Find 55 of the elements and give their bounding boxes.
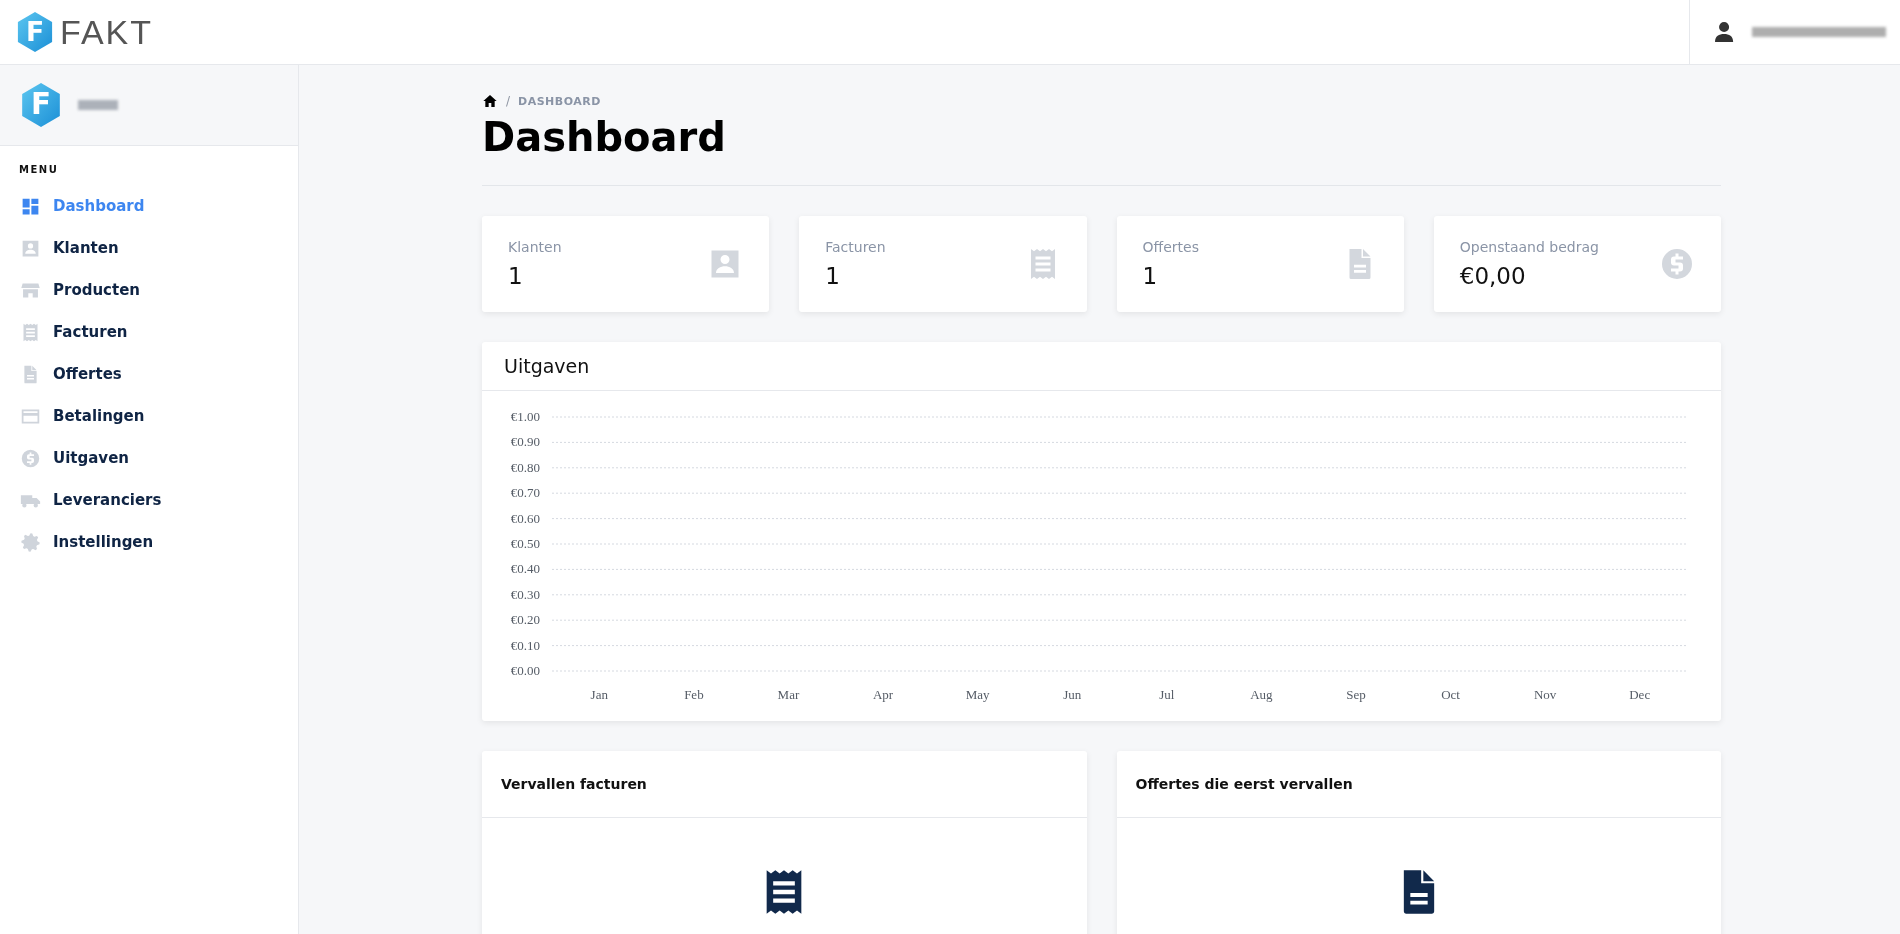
y-axis-label: €0.70 xyxy=(510,485,540,501)
x-axis-label: Nov xyxy=(1533,687,1557,702)
card-title: Offertes die eerst vervallen xyxy=(1135,776,1353,792)
y-axis-label: €0.30 xyxy=(510,586,540,602)
stat-label: Offertes xyxy=(1142,239,1199,255)
stat-value: 1 xyxy=(1142,263,1159,289)
card-title: Vervallen facturen xyxy=(501,776,647,792)
logo-icon: F xyxy=(16,11,54,53)
x-axis-label: Mar xyxy=(777,687,800,702)
x-axis-label: Jun xyxy=(1063,687,1082,702)
x-axis-label: Sep xyxy=(1346,687,1366,702)
sidebar-item[interactable]: Leveranciers xyxy=(0,479,298,521)
page-title: Dashboard xyxy=(482,113,727,161)
x-axis-label: Oct xyxy=(1441,687,1460,702)
menu-heading: MENU xyxy=(18,163,60,177)
x-axis-label: Jul xyxy=(1159,687,1175,702)
sidebar-item[interactable]: Klanten xyxy=(0,227,298,269)
x-axis-label: Apr xyxy=(872,687,894,702)
sidebar-item[interactable]: Instellingen xyxy=(0,521,298,563)
logo-text: FAKT xyxy=(60,12,154,52)
stat-value: €0,00 xyxy=(1459,263,1527,289)
stat-label: Klanten xyxy=(508,239,562,255)
y-axis-label: €0.20 xyxy=(510,612,540,628)
stat-value: 1 xyxy=(825,263,841,289)
dollar-icon xyxy=(20,447,41,469)
sidebar-item[interactable]: Producten xyxy=(0,269,298,311)
y-axis-label: €0.10 xyxy=(510,637,540,653)
y-axis-label: €0.60 xyxy=(510,510,540,526)
stat-label: Openstaand bedrag xyxy=(1459,239,1599,255)
sidebar-item[interactable]: Uitgaven xyxy=(0,437,298,479)
y-axis-label: €0.90 xyxy=(510,434,540,450)
dollar-icon xyxy=(1659,246,1695,282)
sidebar-item[interactable]: Facturen xyxy=(0,311,298,353)
breadcrumb-separator: / xyxy=(506,94,511,108)
breadcrumb-item: DASHBOARD xyxy=(518,94,601,108)
settings-icon xyxy=(20,531,41,553)
logo-icon: F xyxy=(20,82,62,128)
sidebar-item[interactable]: Betalingen xyxy=(0,395,298,437)
stat-label: Facturen xyxy=(825,239,886,255)
stat-value: 1 xyxy=(508,263,524,289)
x-axis-label: Dec xyxy=(1629,687,1651,702)
sidebar-item[interactable]: Offertes xyxy=(0,353,298,395)
y-axis-label: €0.50 xyxy=(510,536,540,551)
home-icon[interactable] xyxy=(482,93,498,109)
x-axis-label: Jan xyxy=(590,687,608,702)
y-axis-label: €0.00 xyxy=(510,663,540,678)
x-axis-label: Aug xyxy=(1250,687,1273,702)
y-axis-label: €0.80 xyxy=(510,459,540,475)
x-axis-label: May xyxy=(965,687,990,702)
sidebar-item[interactable]: Dashboard xyxy=(0,185,298,227)
card-title: Uitgaven xyxy=(504,355,590,377)
blurred-text xyxy=(78,100,118,110)
y-axis-label: €1.00 xyxy=(510,409,540,424)
x-axis-label: Feb xyxy=(684,687,704,702)
y-axis-label: €0.40 xyxy=(510,561,540,577)
